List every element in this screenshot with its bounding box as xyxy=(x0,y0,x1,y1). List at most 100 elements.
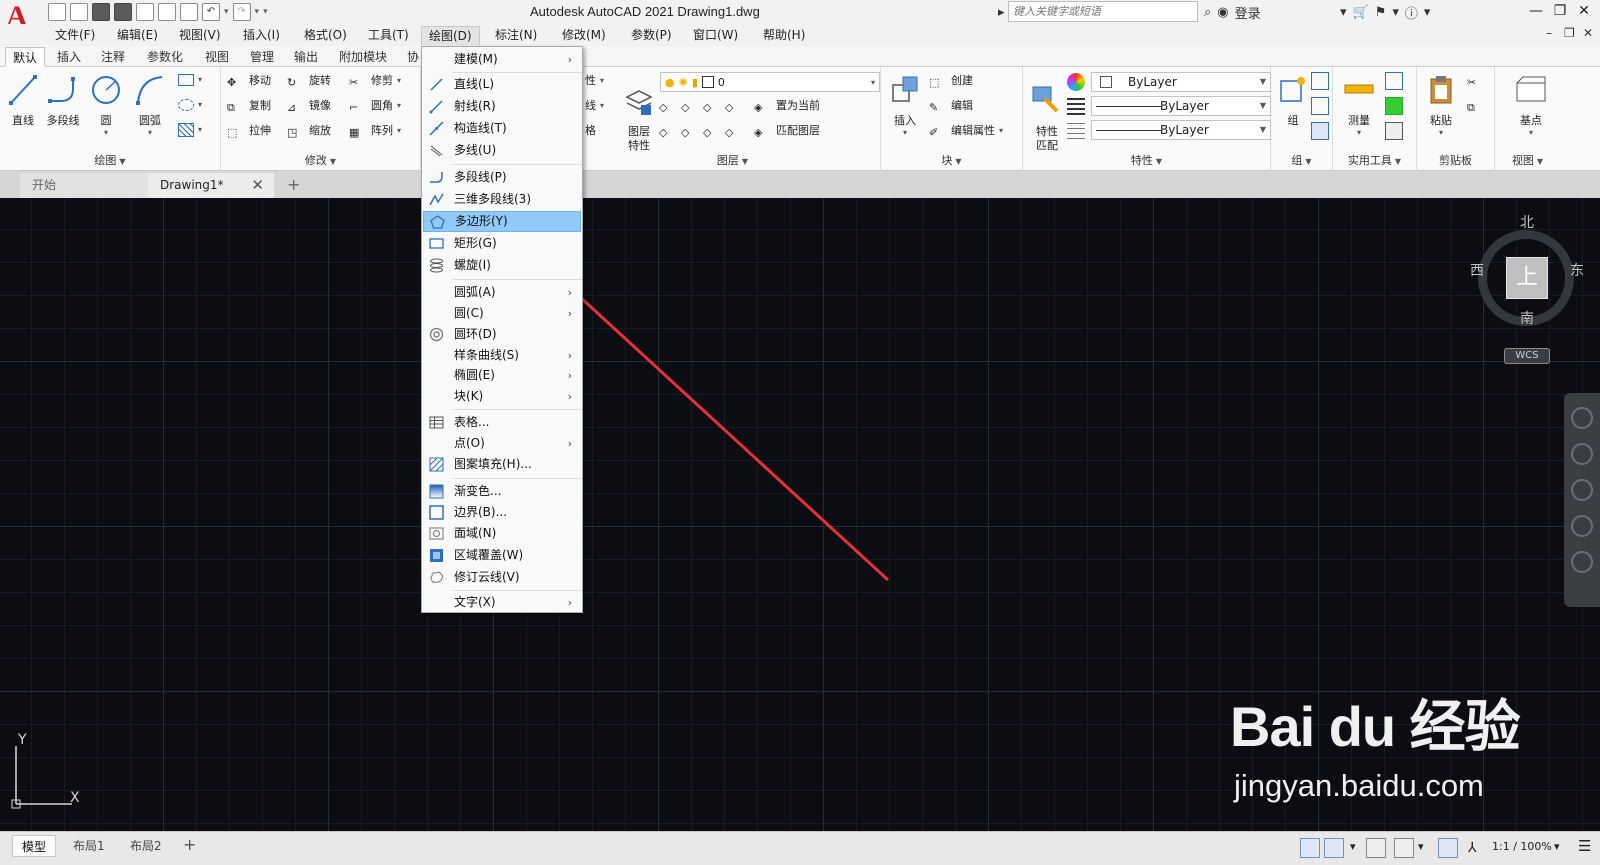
menu-view[interactable]: 视图(V) xyxy=(172,26,228,45)
share-dropdown-icon[interactable]: ▾ xyxy=(1392,5,1399,20)
selection-filter-icon[interactable] xyxy=(1324,838,1344,858)
undo-icon[interactable]: ↶ xyxy=(202,3,220,21)
insert-dropdown-icon[interactable]: ▾ xyxy=(883,128,927,137)
redo-dropdown-icon[interactable]: ▾ xyxy=(255,7,260,17)
search-icon[interactable]: ⌕ xyxy=(1204,5,1211,20)
tab-annotate[interactable]: 注释 xyxy=(94,47,132,67)
filter-dropdown-icon[interactable]: ▾ xyxy=(1350,840,1356,853)
utilities-panel-title[interactable]: 实用工具 ▼ xyxy=(1333,152,1416,168)
create-block-button[interactable]: ⬚ 创建 xyxy=(929,70,973,92)
block-panel-title[interactable]: 块 ▼ xyxy=(881,152,1022,168)
signin-label[interactable]: 登录 xyxy=(1235,3,1261,22)
new-tab-icon[interactable]: + xyxy=(287,175,300,194)
menu-window[interactable]: 窗口(W) xyxy=(686,26,745,45)
layer-properties-button[interactable]: 图层 特性 xyxy=(617,71,661,153)
menu-dimension[interactable]: 标注(N) xyxy=(488,26,544,45)
polyline-button[interactable]: 多段线 xyxy=(41,73,85,128)
trim-button[interactable]: ✂ 修剪 ▾ xyxy=(349,70,401,92)
doc-minimize-button[interactable]: – xyxy=(1546,26,1552,40)
menu-item-polyline[interactable]: 多段线(P) xyxy=(423,167,581,188)
compass-east[interactable]: 东 xyxy=(1570,260,1584,280)
layer-partial-label-1[interactable]: 性 ▾ xyxy=(585,70,604,92)
layer-dropdown[interactable]: ● ✺ ▮ 0 ▾ xyxy=(660,72,880,92)
match-layer-button[interactable]: ◈ 匹配图层 xyxy=(754,120,820,142)
minimize-window-button[interactable]: — xyxy=(1525,1,1547,21)
menu-item-block[interactable]: 块(K) › xyxy=(423,386,581,407)
menu-item-boundary[interactable]: 边界(B)... xyxy=(423,502,581,523)
draw-panel-title[interactable]: 绘图 ▼ xyxy=(0,152,220,168)
import-icon[interactable] xyxy=(158,3,176,21)
menu-item-region[interactable]: 面域(N) xyxy=(423,523,581,544)
layer-partial-label-2[interactable]: 线 ▾ xyxy=(585,95,604,117)
doc-restore-button[interactable]: ❐ xyxy=(1564,26,1575,40)
select-all-icon[interactable] xyxy=(1385,95,1403,117)
new-file-icon[interactable] xyxy=(48,3,66,21)
restore-window-button[interactable]: ❐ xyxy=(1549,1,1571,21)
rectangle-button[interactable]: ▾ xyxy=(178,69,202,91)
insert-block-button[interactable]: 插入 ▾ xyxy=(883,73,927,137)
paste-dropdown-icon[interactable]: ▾ xyxy=(1419,128,1463,137)
modify-panel-title[interactable]: 修改 ▼ xyxy=(221,152,420,168)
group-edit-icon[interactable] xyxy=(1311,95,1329,117)
group-panel-title[interactable]: 组 ▼ xyxy=(1271,152,1332,168)
menu-item-point[interactable]: 点(O) › xyxy=(423,433,581,454)
menu-item-ellipse[interactable]: 椭圆(E) › xyxy=(423,365,581,386)
lineweight-icon[interactable] xyxy=(1067,96,1085,118)
tab-insert[interactable]: 插入 xyxy=(50,47,88,67)
fillet-button[interactable]: ⌐ 圆角 ▾ xyxy=(349,95,401,117)
mirror-button[interactable]: ⊿ 镜像 xyxy=(287,95,331,117)
help-icon[interactable]: ⓘ xyxy=(1405,3,1418,22)
menu-format[interactable]: 格式(O) xyxy=(297,26,354,45)
base-dropdown-icon[interactable]: ▾ xyxy=(1509,128,1553,137)
arc-button[interactable]: 圆弧 ▾ xyxy=(128,73,172,137)
steering-wheel-icon[interactable] xyxy=(1571,407,1593,429)
menu-item-arc[interactable]: 圆弧(A) › xyxy=(423,282,581,303)
pan-icon[interactable] xyxy=(1571,443,1593,465)
lock-icon[interactable]: ▮ xyxy=(692,76,698,89)
menu-parametric[interactable]: 参数(P) xyxy=(624,26,679,45)
group-button[interactable]: 组 xyxy=(1271,73,1315,128)
scale-button[interactable]: ◳ 缩放 xyxy=(287,120,331,142)
compass-north[interactable]: 北 xyxy=(1520,212,1534,232)
close-window-button[interactable]: ✕ xyxy=(1573,1,1595,21)
array-button[interactable]: ▦ 阵列 ▾ xyxy=(349,120,401,142)
view-panel-title[interactable]: 视图 ▼ xyxy=(1495,152,1560,168)
cut-icon[interactable]: ✂ xyxy=(1467,70,1485,92)
selection-cycling-icon[interactable] xyxy=(1438,838,1458,858)
zoom-icon[interactable] xyxy=(1571,479,1593,501)
properties-panel-title[interactable]: 特性 ▼ xyxy=(1023,152,1270,168)
group-select-icon[interactable] xyxy=(1311,120,1329,142)
menu-file[interactable]: 文件(F) xyxy=(48,26,102,45)
stretch-button[interactable]: ⬚ 拉伸 xyxy=(227,120,271,142)
drawing-canvas[interactable]: 上 北 南 西 东 WCS Y X Bai du 经验 jingyan.baid… xyxy=(0,198,1600,831)
transparency-icon[interactable] xyxy=(1394,838,1414,858)
menu-item-construction-line[interactable]: 构造线(T) xyxy=(423,118,581,139)
copy-clip-icon[interactable]: ⧉ xyxy=(1467,95,1485,117)
cart-icon[interactable]: 🛒 xyxy=(1353,5,1369,20)
layer-partial-label-3[interactable]: 格 xyxy=(585,120,596,142)
menu-edit[interactable]: 编辑(E) xyxy=(110,26,165,45)
circle-dropdown-icon[interactable]: ▾ xyxy=(84,128,128,137)
menu-item-hatch[interactable]: 图案填充(H)... xyxy=(423,454,581,475)
layout-tab-1[interactable]: 布局1 xyxy=(64,835,114,857)
lineweight-toggle-icon[interactable] xyxy=(1366,838,1386,858)
edit-block-button[interactable]: ✎ 编辑 xyxy=(929,95,973,117)
linetype-icon[interactable] xyxy=(1067,121,1085,143)
circle-button[interactable]: 圆 ▾ xyxy=(84,73,128,137)
clipboard-panel-title[interactable]: 剪贴板 xyxy=(1417,152,1494,168)
quick-select-icon[interactable] xyxy=(1385,70,1403,92)
menu-insert[interactable]: 插入(I) xyxy=(236,26,287,45)
tab-manage[interactable]: 管理 xyxy=(243,47,281,67)
menu-item-polygon[interactable]: 多边形(Y) xyxy=(423,211,581,232)
copy-button[interactable]: ⧉ 复制 xyxy=(227,95,271,117)
compass-west[interactable]: 西 xyxy=(1470,260,1484,280)
measure-button[interactable]: 测量 ▾ xyxy=(1337,73,1381,137)
calculator-icon[interactable] xyxy=(1385,120,1403,142)
menu-item-text[interactable]: 文字(X) › xyxy=(423,592,581,613)
showmotion-icon[interactable] xyxy=(1571,551,1593,573)
save-as-icon[interactable] xyxy=(114,3,132,21)
move-button[interactable]: ✥ 移动 xyxy=(227,70,271,92)
layers-panel-title[interactable]: 图层 ▼ xyxy=(585,152,880,168)
rotate-button[interactable]: ↻ 旋转 xyxy=(287,70,331,92)
menu-tools[interactable]: 工具(T) xyxy=(361,26,416,45)
